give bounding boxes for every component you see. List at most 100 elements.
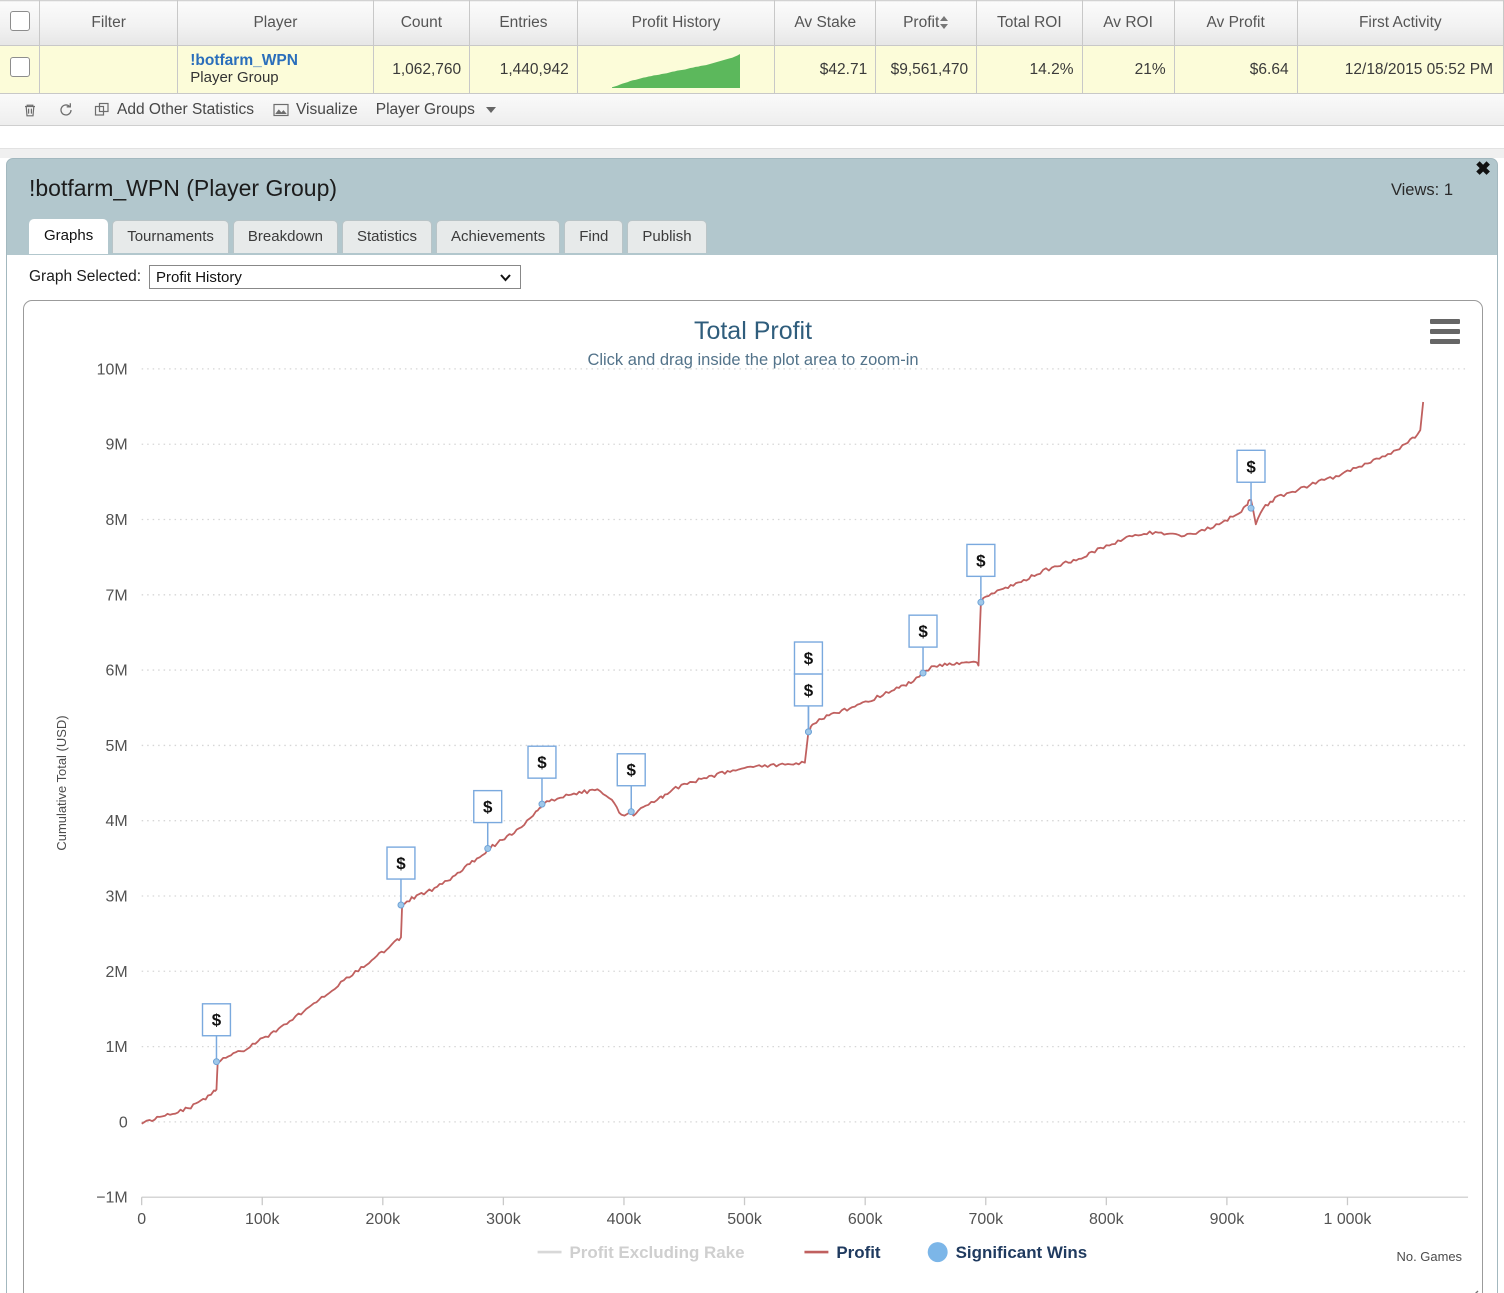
column-header-total-roi[interactable]: Total ROI [976, 0, 1083, 46]
cell-av-stake: $42.71 [774, 45, 877, 94]
cell-total-roi: 14.2% [976, 45, 1083, 94]
svg-text:1M: 1M [106, 1039, 128, 1056]
svg-text:Significant Wins: Significant Wins [956, 1243, 1088, 1262]
column-label-av-roi: Av ROI [1103, 14, 1153, 31]
refresh-button[interactable] [48, 95, 84, 125]
column-header-profit-history[interactable]: Profit History [577, 0, 776, 46]
row-checkbox[interactable] [9, 57, 30, 77]
resize-handle[interactable] [1463, 1286, 1479, 1293]
statistics-grid: Filter Player Count Entries Profit Histo… [0, 0, 1504, 94]
column-label-total-roi: Total ROI [997, 14, 1062, 31]
column-header-count[interactable]: Count [373, 0, 471, 46]
column-header-profit[interactable]: Profit [875, 0, 978, 46]
trash-icon [21, 101, 39, 119]
svg-text:300k: 300k [486, 1211, 521, 1228]
select-all-checkbox[interactable] [9, 10, 30, 31]
column-header-filter[interactable]: Filter [39, 0, 179, 46]
refresh-icon [57, 101, 75, 119]
column-header-first-activity[interactable]: First Activity [1297, 0, 1504, 46]
svg-text:$: $ [918, 622, 928, 641]
tab-statistics[interactable]: Statistics [341, 220, 432, 253]
svg-text:400k: 400k [607, 1211, 642, 1228]
add-other-statistics-label: Add Other Statistics [117, 100, 254, 118]
visualize-label: Visualize [295, 100, 358, 118]
svg-text:$: $ [804, 649, 814, 668]
cell-entries: 1,440,942 [469, 45, 578, 94]
column-label-first-activity: First Activity [1358, 14, 1442, 31]
svg-text:8M: 8M [106, 512, 128, 529]
chevron-down-icon [499, 271, 512, 284]
row-select-cell[interactable] [0, 45, 40, 94]
svg-text:Profit Excluding Rake: Profit Excluding Rake [570, 1243, 745, 1262]
close-icon[interactable]: ✖ [1475, 160, 1491, 179]
svg-text:$: $ [804, 681, 814, 700]
column-header-av-stake[interactable]: Av Stake [774, 0, 877, 46]
column-label-count: Count [400, 14, 443, 31]
delete-button[interactable] [12, 95, 48, 125]
svg-text:Profit: Profit [836, 1243, 881, 1262]
column-header-player[interactable]: Player [177, 0, 374, 46]
column-label-profit: Profit [903, 14, 940, 31]
grid-toolbar: Add Other Statistics Visualize Player Gr… [0, 94, 1504, 126]
add-other-statistics-button[interactable]: Add Other Statistics [84, 95, 263, 125]
svg-text:−1M: −1M [96, 1190, 127, 1207]
svg-text:500k: 500k [727, 1211, 762, 1228]
cell-player[interactable]: !botfarm_WPN Player Group [177, 45, 374, 94]
player-name-link[interactable]: !botfarm_WPN [190, 52, 364, 69]
svg-text:$: $ [212, 1011, 222, 1030]
visualize-button[interactable]: Visualize [263, 95, 367, 125]
tab-breakdown[interactable]: Breakdown [232, 220, 338, 253]
column-header-entries[interactable]: Entries [469, 0, 578, 46]
svg-text:800k: 800k [1089, 1211, 1124, 1228]
graph-select-value: Profit History [156, 268, 242, 286]
tab-achievements[interactable]: Achievements [435, 220, 561, 253]
graph-select-dropdown[interactable]: Profit History [149, 265, 522, 289]
table-row[interactable]: !botfarm_WPN Player Group 1,062,760 1,44… [0, 45, 1504, 94]
page-title: !botfarm_WPN (Player Group) [29, 175, 338, 201]
svg-text:$: $ [483, 798, 493, 817]
svg-text:$: $ [1246, 457, 1256, 476]
column-header-av-roi[interactable]: Av ROI [1082, 0, 1175, 46]
svg-text:3M: 3M [106, 888, 128, 905]
svg-text:900k: 900k [1210, 1211, 1245, 1228]
svg-text:100k: 100k [245, 1211, 280, 1228]
sort-arrows-icon[interactable] [940, 16, 949, 29]
svg-text:1 000k: 1 000k [1324, 1211, 1372, 1228]
svg-text:2M: 2M [106, 964, 128, 981]
image-icon [272, 101, 290, 119]
svg-text:0: 0 [137, 1211, 146, 1228]
svg-text:0: 0 [119, 1114, 128, 1131]
panel-body: Graph Selected: Profit History Total Pro… [7, 255, 1497, 1293]
tab-tournaments[interactable]: Tournaments [112, 220, 229, 253]
column-label-player: Player [253, 14, 298, 31]
svg-text:No. Games: No. Games [1397, 1249, 1463, 1264]
svg-text:4M: 4M [106, 813, 128, 830]
cell-profit-history[interactable] [577, 45, 776, 94]
svg-text:10M: 10M [97, 361, 128, 378]
svg-text:$: $ [627, 761, 637, 780]
player-groups-dropdown[interactable]: Player Groups [367, 95, 505, 125]
svg-text:$: $ [537, 753, 547, 772]
player-groups-label: Player Groups [375, 100, 475, 118]
window-gap-strip [0, 148, 1504, 158]
svg-text:Cumulative Total (USD): Cumulative Total (USD) [54, 715, 69, 850]
cell-filter [39, 45, 179, 94]
chart-card: Total Profit Click and drag inside the p… [23, 300, 1483, 1293]
tab-publish[interactable]: Publish [627, 220, 707, 253]
cell-av-roi: 21% [1082, 45, 1175, 94]
profit-history-sparkline [611, 53, 740, 88]
select-all-header[interactable] [0, 0, 40, 46]
column-label-profit-history: Profit History [631, 14, 721, 31]
views-counter: Views: 1 [1390, 181, 1453, 199]
svg-text:7M: 7M [106, 587, 128, 604]
player-type-label: Player Group [190, 69, 279, 86]
total-profit-chart[interactable]: −1M 0 1M 2M 3M 4M 5M 6M 7M 8M 9M 10M 0 100k 200k 300k 40… [24, 301, 1482, 1293]
tab-graphs[interactable]: Graphs [29, 219, 109, 254]
column-label-filter: Filter [91, 14, 126, 31]
cell-av-profit: $6.64 [1174, 45, 1298, 94]
column-label-entries: Entries [499, 14, 548, 31]
copy-icon [93, 101, 111, 119]
column-header-av-profit[interactable]: Av Profit [1174, 0, 1298, 46]
graph-select-label: Graph Selected: [29, 268, 142, 285]
tab-find[interactable]: Find [564, 220, 624, 253]
